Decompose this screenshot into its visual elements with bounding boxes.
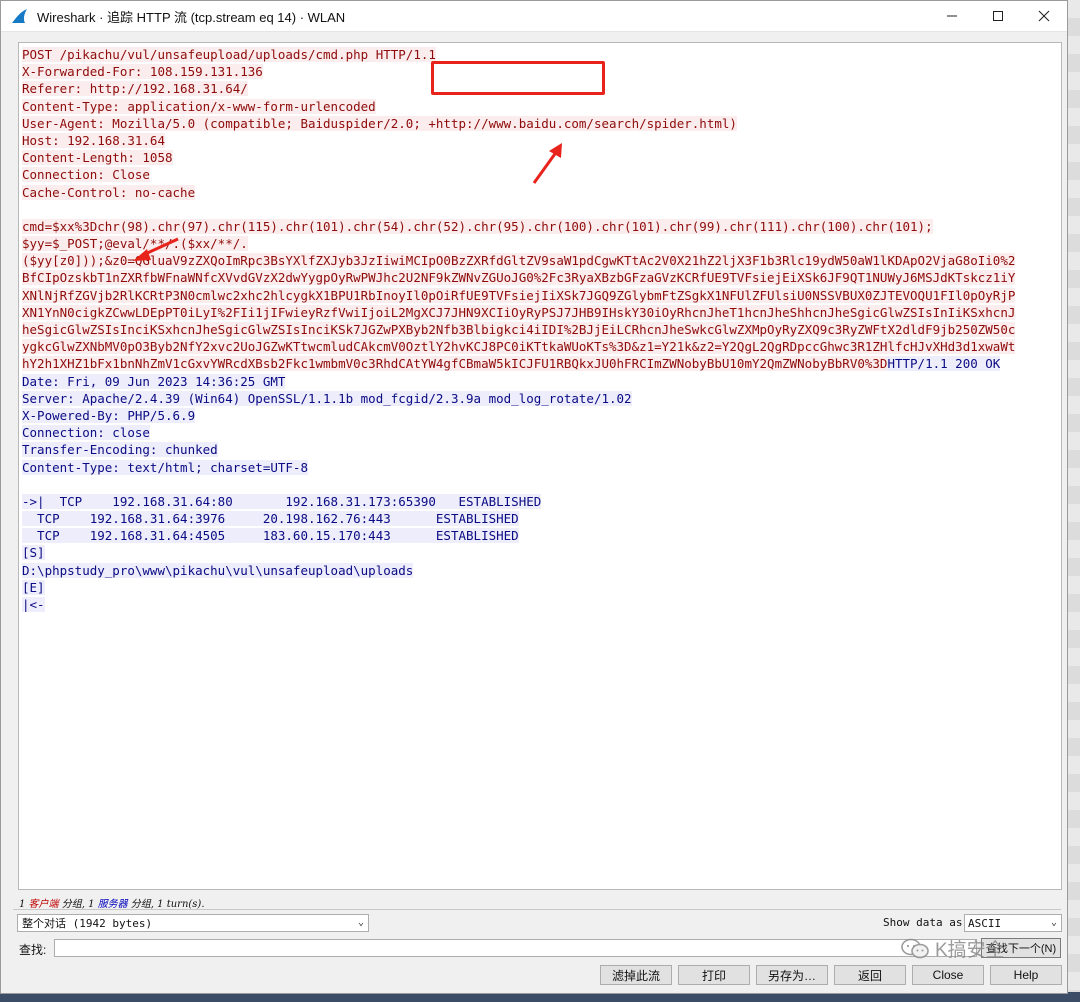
close-icon [1038,10,1050,22]
response-line: X-Powered-By: PHP/5.6.9 [22,407,196,423]
server-response-block: Date: Fri, 09 Jun 2023 14:36:25 GMT Serve… [22,373,1061,614]
request-line: User-Agent: Mozilla/5.0 (compatible; Bai… [22,115,737,131]
request-line: XN1YnN0cigkZCwwLDEpPT0iLyI%2FIi1jIFwieyR… [22,304,1016,320]
request-line: hY2h1XHZ1bFx1bnNhZmV1cGxvYWRcdXBsb2Fkc1w… [22,356,888,372]
maximize-button[interactable] [975,1,1021,31]
request-line: Cache-Control: no-cache [22,184,196,200]
print-button[interactable]: 打印 [678,965,750,985]
minimize-icon [947,15,957,17]
wechat-icon [901,938,929,958]
conversation-select[interactable]: 整个对话 (1942 bytes) ⌄ [17,914,369,932]
request-line: POST /pikachu/vul/unsafeupload/uploads/c… [22,47,436,62]
response-line: Connection: close [22,425,150,441]
response-line: ->| TCP 192.168.31.64:80 192.168.31.173:… [22,493,542,509]
response-line: Server: Apache/2.4.39 (Win64) OpenSSL/1.… [22,390,632,406]
response-line: |<- [22,597,45,612]
follow-http-stream-window: Wireshark · 追踪 HTTP 流 (tcp.stream eq 14)… [0,0,1068,994]
chevron-down-icon: ⌄ [357,917,364,928]
request-line: heSgicGlwZSIsInciKSxhcnJheSgicGlwZSIsInc… [22,322,1016,337]
response-line: D:\phpstudy_pro\www\pikachu\vul\unsafeup… [22,562,414,578]
response-line: Transfer-Encoding: chunked [22,442,218,458]
response-line: Date: Fri, 09 Jun 2023 14:36:25 GMT [22,373,286,389]
stream-content-view[interactable]: POST /pikachu/vul/unsafeupload/uploads/c… [18,42,1062,890]
request-line: ygkcGlwZXNbMV0pO3Byb2NfY2xvc2UoJGZwKTtwc… [22,339,1016,355]
find-input[interactable] [54,939,977,957]
request-line: BfCIpOzskbT1nZXRfbWFnaWNfcXVvdGVzX2dwYyg… [22,270,1016,286]
request-line: $yy=$_POST;@eval/**/.($xx/**/. [22,236,248,252]
close-window-button[interactable] [1021,1,1067,31]
response-status-line: HTTP/1.1 200 OK [887,356,1001,372]
request-line: Content-Length: 1058 [22,150,173,166]
request-last-line-with-response-start: hY2h1XHZ1bFx1bnNhZmV1cGxvYWRcdXBsb2Fkc1w… [22,355,1001,372]
stream-summary: 1 客户端 分组, 1 服务器 分组, 1 turn(s). [19,899,205,910]
request-line: Content-Type: application/x-www-form-url… [22,98,376,114]
filter-out-stream-button[interactable]: 滤掉此流 [600,965,672,985]
response-line: Content-Type: text/html; charset=UTF-8 [22,459,308,475]
request-line: XNlNjRfZGVjb2RlKCRtP3N0cmlwc2xhc2hlcygkX… [22,287,1016,303]
response-line: TCP 192.168.31.64:3976 20.198.162.76:443… [22,511,519,527]
request-line: cmd=$xx%3Dchr(98).chr(97).chr(115).chr(1… [22,218,933,234]
close-button[interactable]: Close [912,965,984,985]
request-line: ($yy[z0]));&z0=QGluaV9zZXQoImRpc3BsYXlfZ… [22,253,1016,269]
request-line: Connection: Close [22,167,150,183]
response-line: TCP 192.168.31.64:4505 183.60.15.170:443… [22,528,519,544]
help-button[interactable]: Help [990,965,1062,985]
show-data-label: Show data as [883,916,963,929]
request-line: X-Forwarded-For: 108.159.131.136 [22,64,263,80]
back-button[interactable]: 返回 [834,965,906,985]
chevron-down-icon: ⌄ [1050,917,1057,928]
request-line: Host: 192.168.31.64 [22,132,165,148]
divider [13,909,1061,910]
maximize-icon [993,11,1003,21]
wireshark-fin-icon [7,1,33,31]
response-line: [E] [22,579,45,595]
annotation-highlight-box [431,61,605,95]
minimize-button[interactable] [929,1,975,31]
response-line: [S] [22,545,45,561]
save-as-button[interactable]: 另存为… [756,965,828,985]
title-bar[interactable]: Wireshark · 追踪 HTTP 流 (tcp.stream eq 14)… [1,1,1067,32]
find-label: 查找: [19,943,47,957]
request-line: Referer: http://192.168.31.64/ [22,81,248,97]
watermark: K搞安全 [901,935,1005,962]
window-title: Wireshark · 追踪 HTTP 流 (tcp.stream eq 14)… [37,9,346,25]
show-data-as-select[interactable]: ASCII ⌄ [964,914,1062,932]
background-window-right [1066,0,1080,1002]
